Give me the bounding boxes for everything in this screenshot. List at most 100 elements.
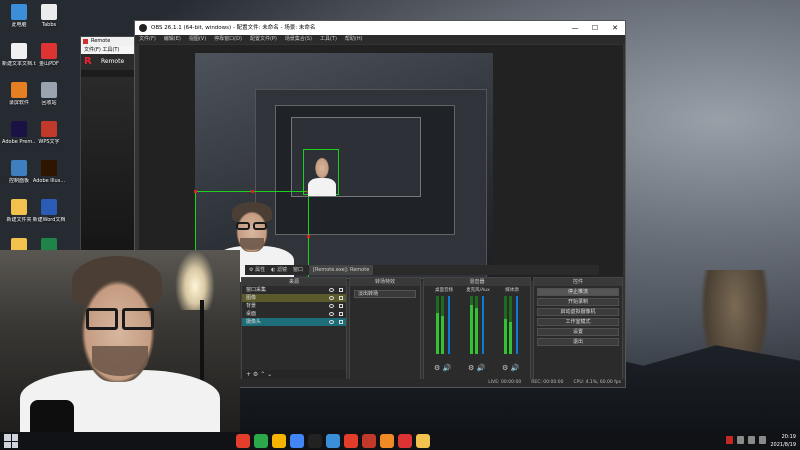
control-button[interactable]: 设置	[537, 328, 619, 336]
glasses-left	[86, 308, 118, 330]
source-toolbar: ⚙ 属性 ◐ 滤镜 窗口 [Remote.exe]: Remote	[245, 265, 599, 275]
desktop-icon[interactable]: 此电脑	[2, 4, 36, 28]
visibility-icon[interactable]	[329, 312, 334, 316]
menu-tools[interactable]: 工具(T)	[320, 35, 337, 44]
volume-meter	[441, 296, 444, 354]
maximize-button[interactable]: ☐	[585, 21, 605, 35]
system-tray[interactable]	[726, 436, 766, 444]
visibility-icon[interactable]	[329, 304, 334, 308]
obs-logo-icon	[139, 24, 147, 32]
clock[interactable]: 20:19 2021/8/19	[770, 433, 796, 449]
control-button[interactable]: 退出	[537, 338, 619, 346]
desktop-icon[interactable]: 控制面板	[2, 160, 36, 184]
lock-icon[interactable]	[339, 320, 343, 324]
lock-icon[interactable]	[339, 296, 343, 300]
control-button[interactable]: 停止推流	[537, 288, 619, 296]
source-item[interactable]: 图像	[242, 294, 346, 302]
remote-window[interactable]: Remote 文件(F) 工具(T) Remote	[80, 36, 136, 266]
menu-scene-collection[interactable]: 场景集合(S)	[285, 35, 312, 44]
mixer-channel-name: 媒体源	[505, 288, 519, 293]
tray-icon[interactable]	[737, 436, 744, 444]
clock-time: 20:19	[781, 434, 796, 440]
properties-button[interactable]: ⚙ 属性	[249, 265, 265, 275]
desktop-icon[interactable]: Tabbs	[32, 4, 66, 28]
volume-level	[475, 308, 478, 354]
mixer-settings-icon[interactable]: ⚙ 🔊	[468, 364, 485, 372]
volume-fader[interactable]	[448, 296, 450, 354]
control-button[interactable]: 启动虚拟摄像机	[537, 308, 619, 316]
menu-profile[interactable]: 配置文件(P)	[250, 35, 277, 44]
desktop-icon-image	[11, 199, 27, 215]
desktop-icon[interactable]: 新建文本文档.txt	[2, 43, 36, 67]
filters-button[interactable]: ◐ 滤镜	[271, 265, 287, 275]
desktop-icon[interactable]: 录屏软件	[2, 82, 36, 106]
transition-select[interactable]: 淡出转场	[354, 290, 416, 298]
tray-icon[interactable]	[726, 436, 733, 444]
volume-fader[interactable]	[482, 296, 484, 354]
taskbar-app-icon[interactable]	[344, 434, 358, 448]
control-button[interactable]: 开始录制	[537, 298, 619, 306]
menu-view[interactable]: 视图(V)	[189, 35, 206, 44]
obs-preview[interactable]	[139, 45, 623, 282]
mixer-channel: 桌面音频 ⚙ 🔊	[430, 288, 458, 372]
webcam-overlay	[0, 250, 240, 432]
desktop-icon-label: 新建文件夹	[6, 217, 32, 223]
control-button[interactable]: 工作室模式	[537, 318, 619, 326]
source-name: 背景	[246, 303, 257, 309]
desktop-icon[interactable]: 新建Word文档	[32, 199, 66, 223]
menu-edit[interactable]: 编辑(E)	[164, 35, 181, 44]
mixer-channel: 麦克风/Aux ⚙ 🔊	[464, 288, 492, 372]
desktop-icon-label: 录屏软件	[8, 100, 29, 106]
volume-level	[441, 316, 444, 354]
volume-icon[interactable]	[759, 436, 766, 444]
taskbar-app-icon[interactable]	[308, 434, 322, 448]
taskbar-app-icon[interactable]	[380, 434, 394, 448]
desktop-icon[interactable]: 回收站	[32, 82, 66, 106]
lock-icon[interactable]	[339, 312, 343, 316]
minimize-button[interactable]: —	[565, 21, 585, 35]
remote-window-title[interactable]: Remote	[81, 37, 135, 46]
source-item[interactable]: 摄像头	[242, 318, 346, 326]
desktop-icon-image	[11, 160, 27, 176]
mixer-settings-icon[interactable]: ⚙ 🔊	[434, 364, 451, 372]
volume-level	[436, 313, 439, 354]
desktop-icon-image	[41, 199, 57, 215]
visibility-icon[interactable]	[329, 320, 334, 324]
taskbar-app-icon[interactable]	[254, 434, 268, 448]
desktop-icon[interactable]: WPS文字	[32, 121, 66, 145]
desktop-icon[interactable]: 金山PDF	[32, 43, 66, 67]
lock-icon[interactable]	[339, 288, 343, 292]
tray-icon[interactable]	[748, 436, 755, 444]
taskbar-app-icon[interactable]	[236, 434, 250, 448]
desktop-icon[interactable]: 新建文件夹	[2, 199, 36, 223]
menu-docks[interactable]: 停靠窗口(D)	[214, 35, 242, 44]
desktop-icon[interactable]: Adobe Prem...	[2, 121, 36, 145]
desktop-icon-label: Tabbs	[41, 22, 57, 28]
visibility-icon[interactable]	[329, 296, 334, 300]
remote-window-menu[interactable]: 文件(F) 工具(T)	[81, 46, 135, 54]
taskbar-app-icon[interactable]	[290, 434, 304, 448]
mixer-settings-icon[interactable]: ⚙ 🔊	[502, 364, 519, 372]
lock-icon[interactable]	[339, 304, 343, 308]
taskbar-app-icon[interactable]	[362, 434, 376, 448]
obs-title-text: OBS 26.1.1 (64-bit, windows) - 配置文件: 未命名…	[151, 25, 316, 31]
obs-titlebar[interactable]: OBS 26.1.1 (64-bit, windows) - 配置文件: 未命名…	[135, 21, 625, 35]
taskbar-app-icon[interactable]	[398, 434, 412, 448]
taskbar-app-icon[interactable]	[326, 434, 340, 448]
sources-header: 来源	[242, 278, 346, 286]
source-item[interactable]: 桌面	[242, 310, 346, 318]
menu-file[interactable]: 文件(F)	[139, 35, 156, 44]
visibility-icon[interactable]	[329, 288, 334, 292]
volume-fader[interactable]	[516, 296, 518, 354]
clock-date: 2021/8/19	[770, 442, 796, 448]
source-item[interactable]: 窗口采集	[242, 286, 346, 294]
taskbar-app-icon[interactable]	[416, 434, 430, 448]
source-item[interactable]: 背景	[242, 302, 346, 310]
start-button[interactable]	[4, 434, 18, 448]
menu-help[interactable]: 帮助(H)	[345, 35, 363, 44]
taskbar-app-icon[interactable]	[272, 434, 286, 448]
desktop-icon-image	[41, 121, 57, 137]
close-button[interactable]: ✕	[605, 21, 625, 35]
desktop-icon[interactable]: Adobe Illus...	[32, 160, 66, 184]
window-source-select[interactable]: [Remote.exe]: Remote	[309, 265, 374, 275]
